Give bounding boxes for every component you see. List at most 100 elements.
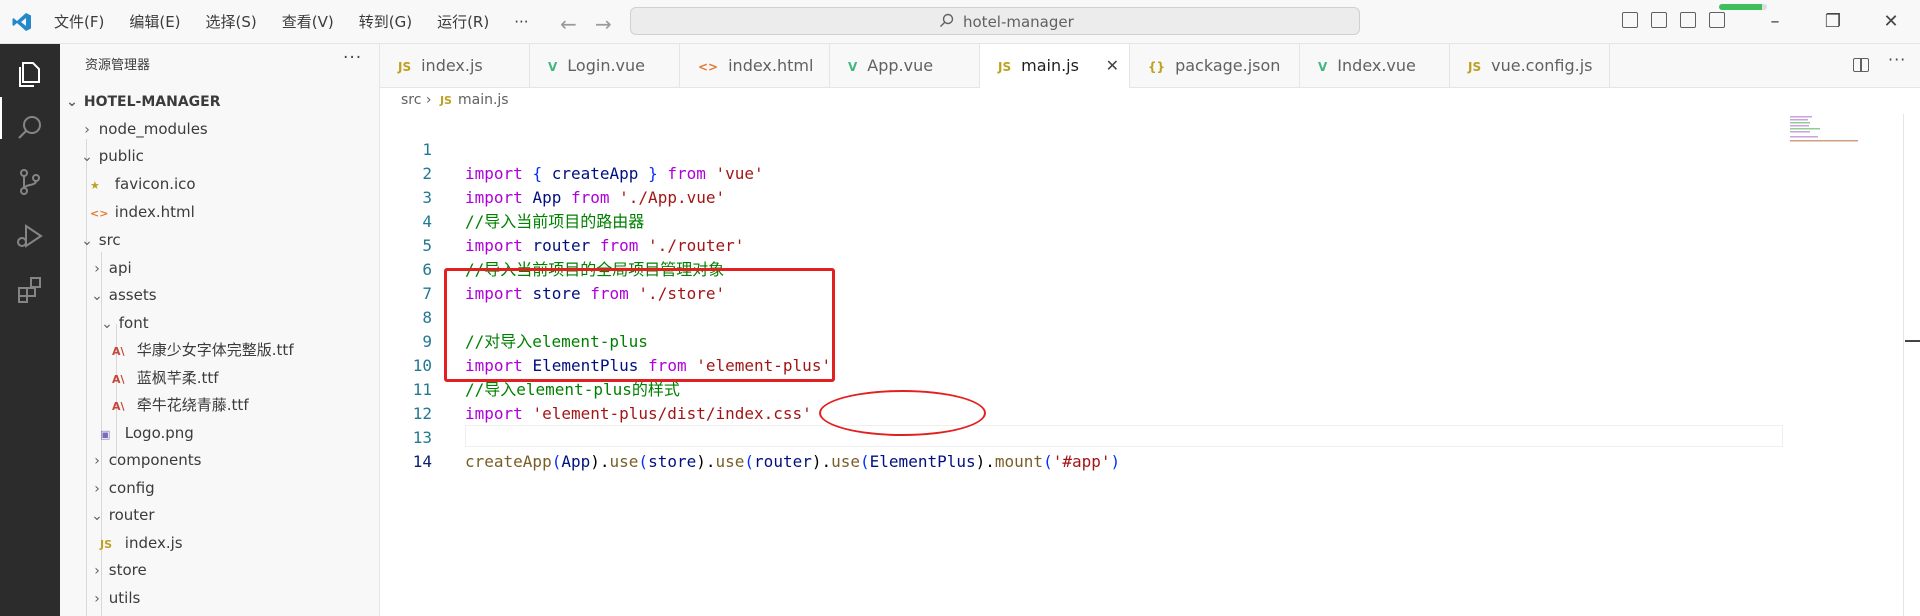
tab-label: package.json xyxy=(1175,56,1281,75)
image-file-icon: ▣ xyxy=(100,428,111,441)
more-editor-actions-icon[interactable]: ··· xyxy=(1888,50,1906,69)
code-line: 3 //导入当前项目的路由器 xyxy=(380,162,1780,231)
split-editor-icon[interactable] xyxy=(1853,58,1869,72)
folder-components[interactable]: › components xyxy=(90,447,201,473)
folder-config[interactable]: › config xyxy=(90,475,155,501)
tab-package-json[interactable]: {} package.json xyxy=(1130,44,1300,87)
breadcrumb: src › JS main.js xyxy=(401,92,509,108)
activity-bar xyxy=(0,44,60,616)
chevron-right-icon: › xyxy=(94,563,100,579)
window-controls: – ❐ ✕ xyxy=(1746,0,1920,43)
breadcrumb-folder[interactable]: src xyxy=(401,92,421,108)
menu-more[interactable]: ··· xyxy=(514,13,528,31)
code-token: use xyxy=(609,452,639,471)
tree-label: node_modules xyxy=(98,120,208,138)
menu-go[interactable]: 转到(G) xyxy=(359,11,412,32)
chevron-down-icon: ⌄ xyxy=(91,288,103,304)
file-ttf[interactable]: A\ 蓝枫芊柔.ttf xyxy=(112,365,219,391)
folder-public[interactable]: ⌄ public xyxy=(80,143,144,169)
tab-login-vue[interactable]: V Login.vue xyxy=(530,44,680,87)
command-center-search[interactable]: hotel-manager xyxy=(630,7,1360,35)
font-file-icon: A\ xyxy=(112,400,125,413)
tab-label: Index.vue xyxy=(1337,56,1416,75)
js-file-icon: JS xyxy=(100,538,113,551)
file-ttf[interactable]: A\ 华康少女字体完整版.ttf xyxy=(112,337,294,363)
tree-label: config xyxy=(108,479,155,497)
menu-file[interactable]: 文件(F) xyxy=(54,11,104,32)
code-token: ). xyxy=(696,452,716,471)
vue-file-icon: V xyxy=(548,60,558,74)
restore-icon[interactable]: ❐ xyxy=(1804,0,1862,43)
tab-vue-config-js[interactable]: JS vue.config.js xyxy=(1450,44,1610,87)
chevron-down-icon: ⌄ xyxy=(66,94,78,110)
code-token: createApp xyxy=(465,452,552,471)
html-file-icon: <> xyxy=(90,207,109,220)
line-number: 14 xyxy=(412,452,432,471)
folder-node_modules[interactable]: › node_modules xyxy=(80,116,208,142)
close-tab-icon[interactable]: ✕ xyxy=(1106,44,1119,87)
search-activity-icon[interactable] xyxy=(14,112,46,144)
font-file-icon: A\ xyxy=(112,345,125,358)
tab-app-vue[interactable]: V App.vue xyxy=(830,44,980,87)
menu-edit[interactable]: 编辑(E) xyxy=(129,11,180,32)
tree-label: 华康少女字体完整版.ttf xyxy=(136,341,294,359)
code-line: 4 import router from './router' xyxy=(380,186,1780,255)
explorer-icon[interactable] xyxy=(14,58,46,90)
js-file-icon: JS xyxy=(998,60,1012,74)
breadcrumb-file[interactable]: main.js xyxy=(458,92,509,108)
chevron-down-icon: ⌄ xyxy=(91,508,103,524)
back-arrow-icon[interactable]: ← xyxy=(560,12,577,36)
search-icon xyxy=(940,13,954,27)
folder-api[interactable]: › api xyxy=(90,255,131,281)
code-token: ) xyxy=(1110,452,1121,471)
close-window-icon[interactable]: ✕ xyxy=(1862,0,1920,43)
tab-label: App.vue xyxy=(867,56,934,75)
file-logo-png[interactable]: ▣ Logo.png xyxy=(100,420,194,446)
menu-view[interactable]: 查看(V) xyxy=(282,11,334,32)
file-favicon[interactable]: ★ favicon.ico xyxy=(90,171,196,197)
file-router-index-js[interactable]: JS index.js xyxy=(100,530,183,556)
extensions-icon[interactable] xyxy=(14,274,46,306)
vue-file-icon: V xyxy=(848,60,858,74)
customize-layout-icon[interactable] xyxy=(1709,12,1725,28)
folder-utils[interactable]: › utils xyxy=(90,585,140,611)
folder-font[interactable]: ⌄ font xyxy=(100,310,149,336)
folder-store[interactable]: › store xyxy=(90,557,147,583)
more-actions-icon[interactable]: ··· xyxy=(343,48,362,68)
code-token: App xyxy=(561,452,591,471)
breadcrumb-separator-icon: › xyxy=(425,92,432,108)
menu-selection[interactable]: 选择(S) xyxy=(206,11,257,32)
toggle-panel-icon[interactable] xyxy=(1651,12,1667,28)
chevron-right-icon: › xyxy=(94,591,100,607)
forward-arrow-icon[interactable]: → xyxy=(595,12,612,36)
tab-index-js[interactable]: JS index.js xyxy=(380,44,530,87)
annotation-highlight-ellipse xyxy=(819,390,986,436)
tab-main-js[interactable]: JS main.js ✕ xyxy=(980,44,1130,88)
tab-index-vue[interactable]: V Index.vue xyxy=(1300,44,1450,87)
tab-index-html[interactable]: <> index.html xyxy=(680,44,830,87)
project-root[interactable]: ⌄ HOTEL-MANAGER xyxy=(65,89,220,115)
minimize-icon[interactable]: – xyxy=(1746,0,1804,43)
tree-label: font xyxy=(118,314,149,332)
tree-label: index.js xyxy=(124,534,183,552)
tree-label: 蓝枫芊柔.ttf xyxy=(136,369,219,387)
source-control-icon[interactable] xyxy=(14,166,46,198)
toggle-primary-sidebar-icon[interactable] xyxy=(1622,12,1638,28)
toggle-secondary-sidebar-icon[interactable] xyxy=(1680,12,1696,28)
vertical-scrollbar[interactable] xyxy=(1903,114,1920,616)
run-debug-icon[interactable] xyxy=(14,220,46,252)
folder-src[interactable]: ⌄ src xyxy=(80,227,121,253)
js-file-icon: JS xyxy=(1468,60,1482,74)
folder-assets[interactable]: ⌄ assets xyxy=(90,282,157,308)
file-index-html[interactable]: <> index.html xyxy=(90,199,195,225)
folder-router[interactable]: ⌄ router xyxy=(90,502,154,528)
menu-run[interactable]: 运行(R) xyxy=(437,11,489,32)
tree-label: public xyxy=(98,147,144,165)
code-token: '#app' xyxy=(1052,452,1111,471)
tree-label: 牵牛花绕青藤.ttf xyxy=(136,396,249,414)
code-token: ( xyxy=(551,452,562,471)
minimap[interactable] xyxy=(1790,114,1870,144)
file-ttf[interactable]: A\ 牵牛花绕青藤.ttf xyxy=(112,392,249,418)
tree-label: assets xyxy=(108,286,157,304)
font-file-icon: A\ xyxy=(112,373,125,386)
